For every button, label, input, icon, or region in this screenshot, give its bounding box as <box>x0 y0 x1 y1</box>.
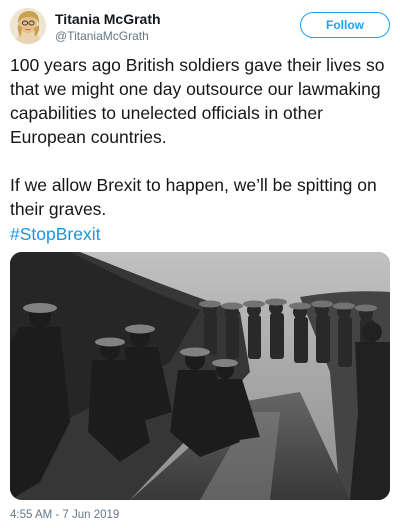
hashtag-link[interactable]: #StopBrexit <box>10 222 100 246</box>
tweet-media-photo[interactable] <box>10 252 390 500</box>
avatar-portrait-icon <box>10 8 46 44</box>
tweet-header: Titania McGrath @TitaniaMcGrath Follow <box>10 8 390 46</box>
avatar[interactable] <box>10 8 46 44</box>
tweet-timestamp[interactable]: 4:55 AM - 7 Jun 2019 <box>10 508 119 522</box>
follow-button[interactable]: Follow <box>300 12 390 38</box>
display-name[interactable]: Titania McGrath <box>55 11 161 28</box>
tweet-paragraph-2: If we allow Brexit to happen, we’ll be s… <box>10 175 377 219</box>
user-handle[interactable]: @TitaniaMcGrath <box>55 28 161 44</box>
author-names: Titania McGrath @TitaniaMcGrath <box>55 11 161 44</box>
tweet-paragraph-1: 100 years ago British soldiers gave thei… <box>10 55 385 147</box>
trench-soldiers-photo <box>10 252 390 500</box>
tweet-text: 100 years ago British soldiers gave thei… <box>10 53 395 221</box>
tweet-card: Titania McGrath @TitaniaMcGrath Follow 1… <box>0 0 400 528</box>
